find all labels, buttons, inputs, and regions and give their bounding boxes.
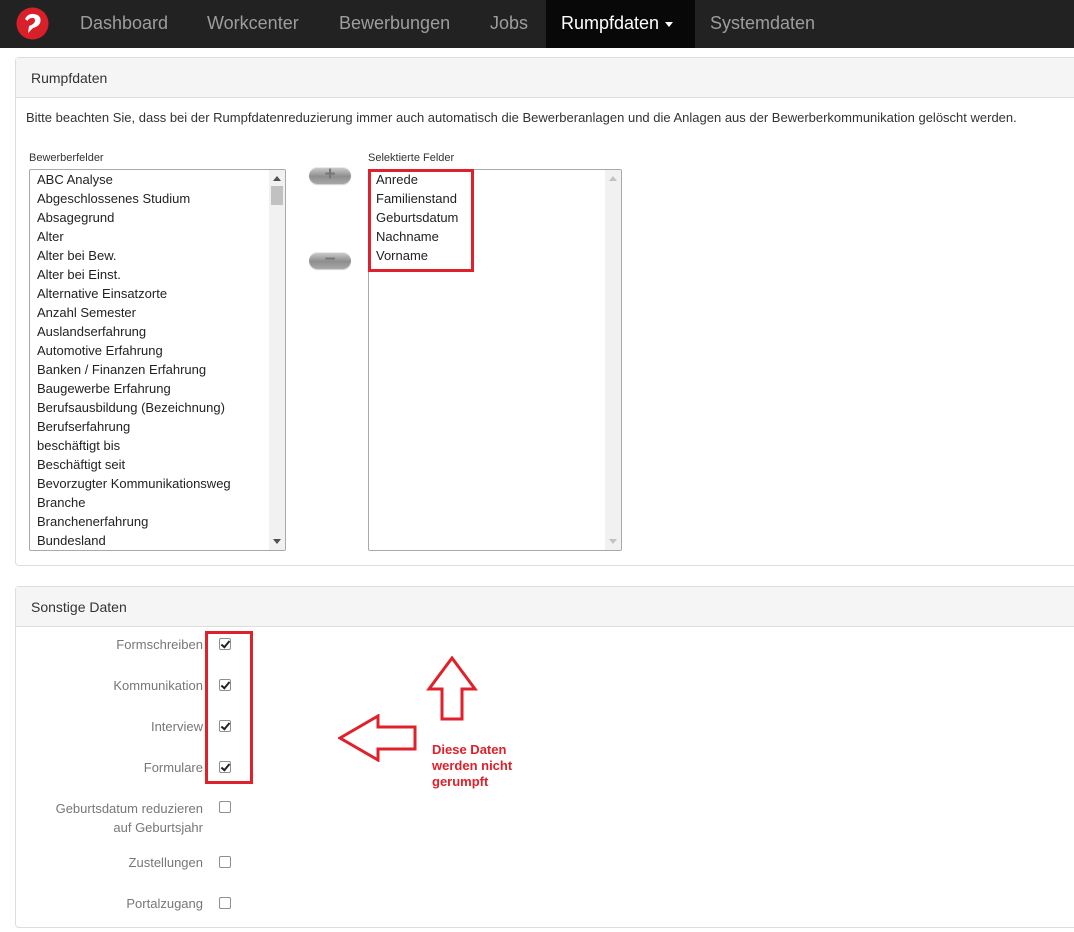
available-field-option[interactable]: Alter bei Einst. bbox=[37, 265, 121, 284]
available-field-option[interactable]: Bevorzugter Kommunikationsweg bbox=[37, 474, 231, 493]
available-field-option[interactable]: Banken / Finanzen Erfahrung bbox=[37, 360, 206, 379]
portalzugang-label: Portalzugang bbox=[126, 896, 203, 911]
panel-title: Sonstige Daten bbox=[16, 587, 1074, 627]
geburtsdatum-label-line2: auf Geburtsjahr bbox=[113, 820, 203, 835]
selected-fields-scrollbar[interactable] bbox=[605, 170, 621, 550]
add-field-button[interactable]: + bbox=[309, 164, 351, 185]
zustellungen-checkbox[interactable] bbox=[219, 856, 231, 868]
available-fields-label: Bewerberfelder bbox=[29, 152, 104, 164]
annotation-note: Diese Daten werden nicht gerumpft bbox=[432, 742, 512, 790]
available-fields-scrollbar[interactable] bbox=[269, 170, 285, 550]
nav-dashboard[interactable]: Dashboard bbox=[80, 0, 168, 48]
deletion-notice: Bitte beachten Sie, dass bei der Rumpfda… bbox=[26, 110, 1017, 125]
annotation-line-3: gerumpft bbox=[432, 774, 489, 789]
available-field-option[interactable]: Absagegrund bbox=[37, 208, 114, 227]
annotation-line-2: werden nicht bbox=[432, 758, 513, 773]
caret-down-icon bbox=[665, 21, 674, 27]
available-field-option[interactable]: Berufsausbildung (Bezeichnung) bbox=[37, 398, 225, 417]
remove-field-button[interactable]: − bbox=[309, 249, 351, 270]
scroll-thumb[interactable] bbox=[271, 186, 283, 205]
nav-jobs[interactable]: Jobs bbox=[490, 0, 528, 48]
interview-label: Interview bbox=[150, 719, 203, 734]
available-field-option[interactable]: Beschäftigt seit bbox=[37, 455, 125, 474]
scroll-up-arrow-icon[interactable] bbox=[273, 176, 281, 181]
plus-icon: + bbox=[324, 164, 336, 185]
available-field-option[interactable]: Auslandserfahrung bbox=[37, 322, 146, 341]
selected-fields-label: Selektierte Felder bbox=[368, 152, 455, 164]
available-field-option[interactable]: Alternative Einsatzorte bbox=[37, 284, 167, 303]
highlight-selected-fields bbox=[368, 169, 474, 272]
annotation-line-1: Diese Daten bbox=[432, 742, 507, 757]
available-field-option[interactable]: Anzahl Semester bbox=[37, 303, 136, 322]
available-field-option[interactable]: Berufserfahrung bbox=[37, 417, 130, 436]
arrow-up-icon bbox=[426, 656, 478, 721]
top-navbar: Dashboard Workcenter Bewerbungen Jobs Ru… bbox=[0, 0, 1074, 48]
highlight-checked-options bbox=[205, 631, 253, 784]
available-fields-listbox[interactable]: ABC Analyse Abgeschlossenes Studium Absage… bbox=[29, 169, 286, 551]
geburtsdatum-label-line1: Geburtsdatum reduzieren bbox=[55, 801, 203, 816]
available-field-option[interactable]: Bundesland bbox=[37, 531, 106, 550]
available-field-option[interactable]: ABC Analyse bbox=[37, 170, 113, 189]
available-field-option[interactable]: Abgeschlossenes Studium bbox=[37, 189, 190, 208]
nav-rumpfdaten-label: Rumpfdaten bbox=[561, 13, 660, 33]
scroll-down-arrow-icon[interactable] bbox=[273, 539, 281, 544]
available-field-option[interactable]: Branchenerfahrung bbox=[37, 512, 148, 531]
nav-workcenter[interactable]: Workcenter bbox=[207, 0, 299, 48]
minus-icon: − bbox=[324, 249, 336, 270]
geburtsdatum-reduzieren-checkbox[interactable] bbox=[219, 801, 231, 813]
nav-bewerbungen[interactable]: Bewerbungen bbox=[339, 0, 450, 48]
available-field-option[interactable]: Automotive Erfahrung bbox=[37, 341, 163, 360]
arrow-left-icon bbox=[338, 714, 417, 762]
available-field-option[interactable]: Alter bei Bew. bbox=[37, 246, 117, 265]
formulare-label: Formulare bbox=[143, 760, 203, 775]
nav-rumpfdaten-dropdown[interactable]: Rumpfdaten bbox=[546, 0, 695, 48]
available-field-option[interactable]: Baugewerbe Erfahrung bbox=[37, 379, 171, 398]
available-field-option[interactable]: beschäftigt bis bbox=[37, 436, 120, 455]
brand-logo-icon[interactable] bbox=[16, 7, 49, 40]
nav-systemdaten[interactable]: Systemdaten bbox=[710, 0, 815, 48]
portalzugang-checkbox[interactable] bbox=[219, 897, 231, 909]
zustellungen-label: Zustellungen bbox=[128, 855, 203, 870]
formschreiben-label: Formschreiben bbox=[116, 637, 203, 652]
kommunikation-label: Kommunikation bbox=[113, 678, 203, 693]
scroll-up-arrow-icon[interactable] bbox=[609, 176, 617, 181]
panel-title: Rumpfdaten bbox=[16, 58, 1074, 98]
geburtsdatum-reduzieren-label: Geburtsdatum reduzieren auf Geburtsjahr bbox=[56, 799, 203, 837]
available-field-option[interactable]: Alter bbox=[37, 227, 64, 246]
scroll-down-arrow-icon[interactable] bbox=[609, 539, 617, 544]
available-field-option[interactable]: Branche bbox=[37, 493, 85, 512]
